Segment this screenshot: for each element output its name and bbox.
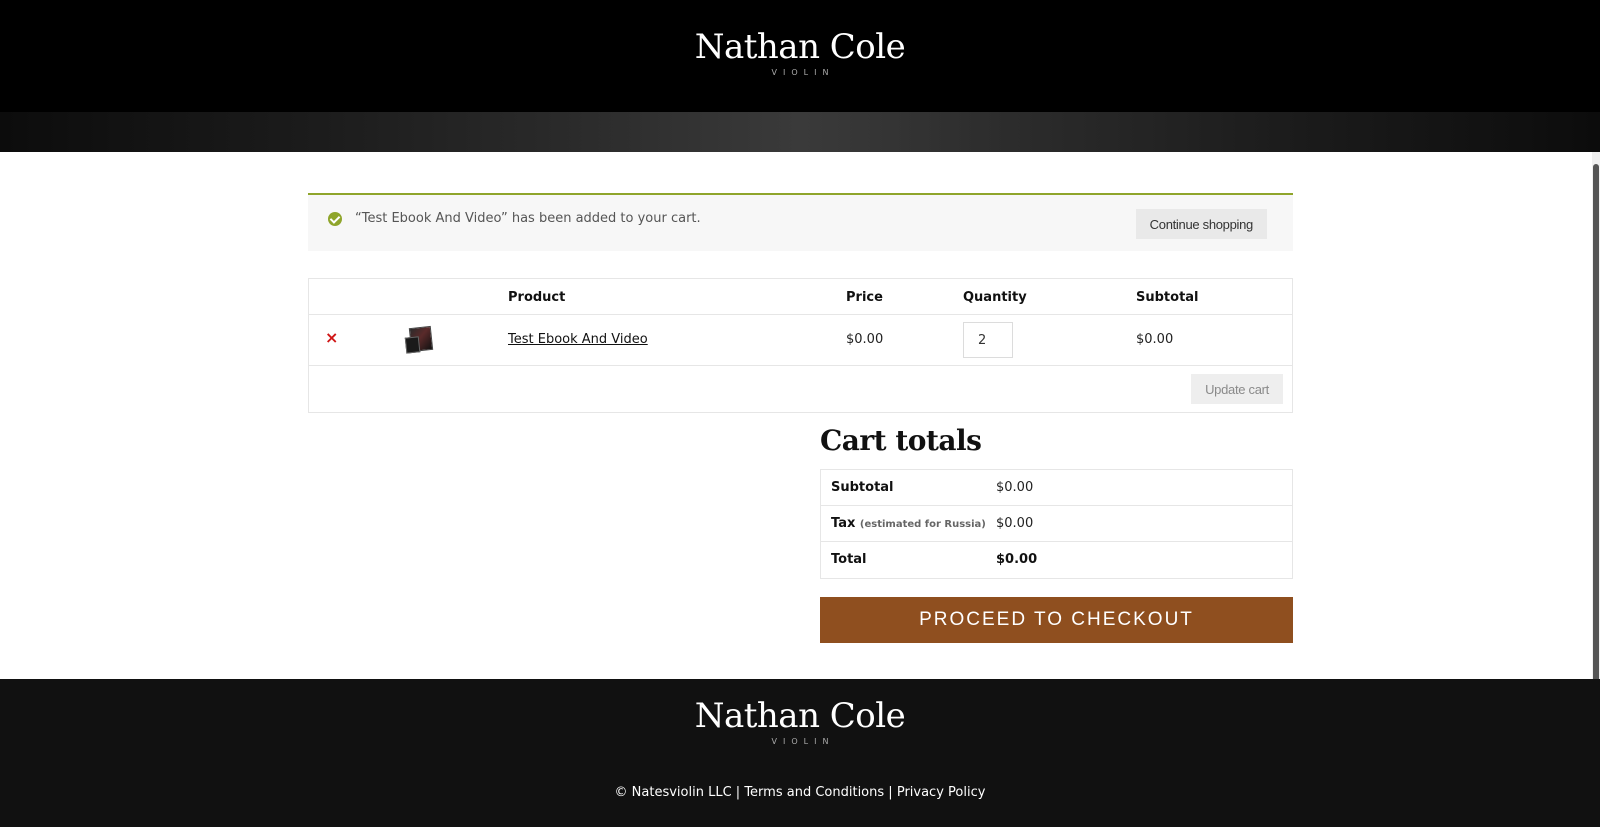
notice-message: “Test Ebook And Video” has been added to… [355,211,701,226]
cart-actions-row: Update cart [309,366,1292,412]
check-circle-icon [328,212,342,226]
column-header-quantity: Quantity [963,290,1027,305]
totals-row-tax: Tax (estimated for Russia) $0.00 [821,506,1292,542]
proceed-to-checkout-button[interactable]: PROCEED TO CHECKOUT [820,597,1293,643]
footer-separator: | [888,785,893,800]
tax-label: Tax [831,516,856,531]
cart-item-row: × Test Ebook And Video $0.00 $0.00 [309,315,1292,366]
footer-logo[interactable]: Nathan Cole VIOLIN [695,699,906,746]
product-price: $0.00 [846,332,884,347]
cart-table-header: Product Price Quantity Subtotal [309,279,1292,315]
footer-logo-subtitle: VIOLIN [771,737,835,746]
header-logo[interactable]: Nathan Cole VIOLIN [695,30,906,77]
cart-totals: Cart totals Subtotal $0.00 Tax (estimate… [820,424,1293,643]
product-name-link[interactable]: Test Ebook And Video [508,332,648,347]
remove-item-icon[interactable]: × [325,330,338,346]
column-header-price: Price [846,290,883,305]
column-header-product: Product [508,290,566,305]
quantity-input[interactable] [963,322,1013,358]
tax-value: $0.00 [996,516,1034,531]
cart-totals-title: Cart totals [820,424,982,457]
update-cart-button[interactable]: Update cart [1191,374,1283,404]
logo-wordmark: Nathan Cole [694,27,906,67]
privacy-link[interactable]: Privacy Policy [897,785,986,800]
cart-table: Product Price Quantity Subtotal × Test E… [308,278,1293,413]
cart-totals-table: Subtotal $0.00 Tax (estimated for Russia… [820,469,1293,579]
terms-link[interactable]: Terms and Conditions [744,785,884,800]
copyright-text: © Natesviolin LLC [614,785,732,800]
logo-subtitle: VIOLIN [771,68,835,77]
site-header: Nathan Cole VIOLIN [0,0,1600,112]
scrollbar-thumb[interactable] [1593,164,1599,694]
total-value: $0.00 [996,552,1038,567]
continue-shopping-button[interactable]: Continue shopping [1135,209,1267,239]
totals-row-total: Total $0.00 [821,542,1292,578]
site-footer: Nathan Cole VIOLIN © Natesviolin LLC | T… [0,679,1600,827]
total-label: Total [831,552,867,567]
cart-added-notice: “Test Ebook And Video” has been added to… [308,193,1293,251]
totals-row-subtotal: Subtotal $0.00 [821,470,1292,506]
footer-separator: | [735,785,741,800]
column-header-subtotal: Subtotal [1136,290,1199,305]
product-subtotal: $0.00 [1136,332,1174,347]
footer-logo-wordmark: Nathan Cole [694,696,906,736]
subtotal-label: Subtotal [831,480,894,495]
product-thumbnail[interactable] [408,325,434,353]
footer-links: © Natesviolin LLC | Terms and Conditions… [0,785,1600,800]
tax-note: (estimated for Russia) [859,519,986,530]
tax-label-group: Tax (estimated for Russia) [831,516,986,531]
hero-banner [0,112,1600,152]
subtotal-value: $0.00 [996,480,1034,495]
